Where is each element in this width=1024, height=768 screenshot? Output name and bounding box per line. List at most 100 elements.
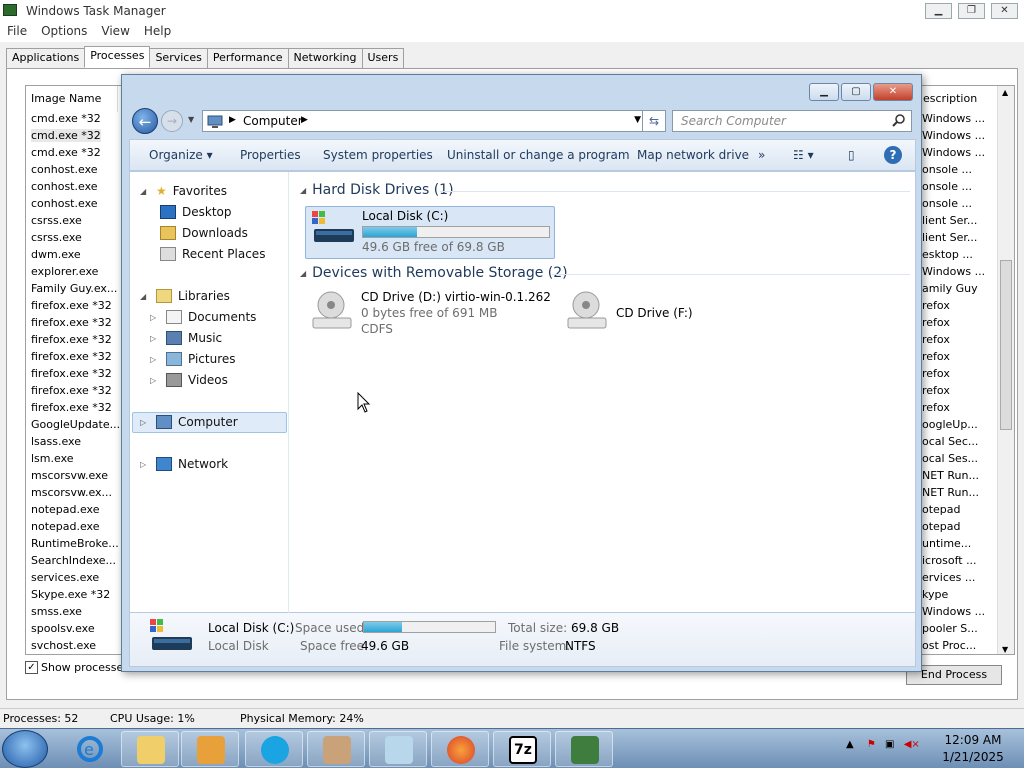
process-row-description[interactable]: esktop ... (922, 248, 973, 261)
show-hidden-icons-icon[interactable]: ▲ (846, 739, 854, 750)
tab-applications[interactable]: Applications (6, 48, 86, 68)
restore-button[interactable]: ❐ (958, 3, 985, 19)
nav-item-favorites[interactable]: ◢ ★ Favorites (140, 184, 227, 198)
process-row-description[interactable]: Windows ... (922, 112, 985, 125)
preview-pane-icon[interactable]: ▯ (848, 148, 855, 162)
column-description[interactable]: escription (918, 86, 977, 112)
menu-options[interactable]: Options (34, 22, 94, 42)
cd-drive-d-item[interactable]: CD Drive (D:) virtio-win-0.1.262 0 bytes… (305, 288, 555, 338)
explorer-minimize-button[interactable]: ▁ (809, 83, 839, 101)
tab-networking[interactable]: Networking (287, 48, 363, 68)
local-disk-c-item[interactable]: Local Disk (C:) 49.6 GB free of 69.8 GB (305, 206, 555, 259)
tab-processes[interactable]: Processes (84, 46, 151, 68)
process-row-description[interactable]: ost Proc... (922, 639, 976, 652)
process-row-name[interactable]: conhost.exe (31, 180, 98, 193)
taskbar-skype[interactable] (245, 731, 303, 767)
tab-services[interactable]: Services (149, 48, 208, 68)
process-row-name[interactable]: firefox.exe *32 (31, 384, 112, 397)
process-row-name[interactable]: firefox.exe *32 (31, 350, 112, 363)
process-row-name[interactable]: svchost.exe (31, 639, 96, 652)
network-status-icon[interactable]: ▣ (885, 739, 894, 750)
nav-item-pictures[interactable]: ▷ Pictures (150, 352, 236, 366)
process-row-name[interactable]: csrss.exe (31, 231, 82, 244)
search-icon[interactable] (891, 113, 907, 129)
search-box[interactable]: Search Computer (672, 110, 912, 132)
taskbar-family-guy[interactable] (307, 731, 365, 767)
process-row-description[interactable]: refox (922, 350, 950, 363)
process-row-description[interactable]: kype (922, 588, 948, 601)
process-row-name[interactable]: csrss.exe (31, 214, 82, 227)
show-processes-checkbox[interactable]: ✓ (25, 661, 38, 674)
process-row-description[interactable]: refox (922, 299, 950, 312)
process-row-name[interactable]: mscorsvw.exe (31, 469, 108, 482)
process-row-description[interactable]: ocal Ses... (922, 452, 978, 465)
organize-button[interactable]: Organize ▾ (149, 148, 213, 162)
internet-explorer-icon[interactable]: e (76, 735, 104, 763)
nav-item-documents[interactable]: ▷ Documents (150, 310, 256, 324)
column-image-name[interactable]: Image Name (26, 86, 118, 112)
task-manager-titlebar[interactable]: Windows Task Manager ▁ ❐ ✕ (0, 0, 1024, 22)
system-clock[interactable]: 12:09 AM 1/21/2025 (940, 732, 1006, 766)
process-row-description[interactable]: Windows ... (922, 605, 985, 618)
volume-muted-icon[interactable]: ◀× (904, 739, 920, 750)
process-row-description[interactable]: refox (922, 367, 950, 380)
address-bar[interactable]: ▶ Computer ▶ ▼ (202, 110, 648, 132)
process-row-name[interactable]: SearchIndexe... (31, 554, 116, 567)
process-row-description[interactable]: Windows ... (922, 146, 985, 159)
help-icon[interactable]: ? (884, 146, 902, 164)
process-row-name[interactable]: cmd.exe *32 (31, 129, 101, 142)
process-row-description[interactable]: refox (922, 333, 950, 346)
refresh-icon[interactable]: ⇆ (642, 110, 666, 132)
process-row-description[interactable]: onsole ... (922, 180, 972, 193)
nav-item-music[interactable]: ▷ Music (150, 331, 222, 345)
tab-performance[interactable]: Performance (206, 48, 289, 68)
nav-item-computer[interactable]: ▷ Computer (140, 415, 238, 429)
system-properties-button[interactable]: System properties (323, 148, 433, 162)
address-computer[interactable]: Computer (243, 114, 303, 128)
process-row-name[interactable]: explorer.exe (31, 265, 98, 278)
forward-arrow-icon[interactable]: → (161, 110, 183, 132)
process-row-description[interactable]: onsole ... (922, 197, 972, 210)
address-dropdown-icon[interactable]: ▼ (634, 115, 641, 125)
process-row-name[interactable]: firefox.exe *32 (31, 316, 112, 329)
process-row-description[interactable]: oogleUp... (922, 418, 978, 431)
process-row-description[interactable]: ocal Sec... (922, 435, 978, 448)
process-row-name[interactable]: Skype.exe *32 (31, 588, 110, 601)
process-row-description[interactable]: icrosoft ... (922, 554, 977, 567)
process-row-description[interactable]: NET Run... (922, 486, 979, 499)
process-row-description[interactable]: NET Run... (922, 469, 979, 482)
process-row-name[interactable]: firefox.exe *32 (31, 299, 112, 312)
taskbar-firefox[interactable] (431, 731, 489, 767)
process-row-description[interactable]: refox (922, 401, 950, 414)
taskbar-explorer[interactable] (121, 731, 179, 767)
properties-button[interactable]: Properties (240, 148, 301, 162)
process-row-name[interactable]: cmd.exe *32 (31, 146, 101, 159)
process-row-description[interactable]: lient Ser... (922, 231, 977, 244)
group-removable-storage[interactable]: ◢ Devices with Removable Storage (2) (300, 265, 568, 281)
process-row-name[interactable]: conhost.exe (31, 197, 98, 210)
process-row-name[interactable]: Family Guy.ex... (31, 282, 117, 295)
process-row-name[interactable]: firefox.exe *32 (31, 367, 112, 380)
tab-users[interactable]: Users (361, 48, 405, 68)
process-row-description[interactable]: ervices ... (922, 571, 975, 584)
close-button[interactable]: ✕ (991, 3, 1018, 19)
process-row-name[interactable]: GoogleUpdate... (31, 418, 120, 431)
explorer-maximize-button[interactable]: ▢ (841, 83, 871, 101)
taskbar-task-manager[interactable] (555, 731, 613, 767)
action-center-icon[interactable]: ⚑ (867, 739, 876, 750)
start-button[interactable] (2, 730, 48, 768)
back-arrow-icon[interactable]: ← (132, 108, 158, 134)
process-row-name[interactable]: RuntimeBroke... (31, 537, 119, 550)
scrollbar-thumb[interactable] (1000, 260, 1012, 430)
more-commands-button[interactable]: » (758, 148, 765, 162)
nav-item-libraries[interactable]: ◢ Libraries (140, 289, 230, 303)
process-row-name[interactable]: services.exe (31, 571, 99, 584)
nav-item-videos[interactable]: ▷ Videos (150, 373, 228, 387)
change-view-icon[interactable]: ☷ ▾ (793, 148, 814, 162)
explorer-close-button[interactable]: ✕ (873, 83, 913, 101)
menu-view[interactable]: View (94, 22, 136, 42)
vertical-scrollbar[interactable]: ▲ ▼ (997, 86, 1014, 654)
process-row-description[interactable]: lient Ser... (922, 214, 977, 227)
nav-item-recent-places[interactable]: Recent Places (160, 247, 265, 261)
process-row-description[interactable]: amily Guy (922, 282, 978, 295)
